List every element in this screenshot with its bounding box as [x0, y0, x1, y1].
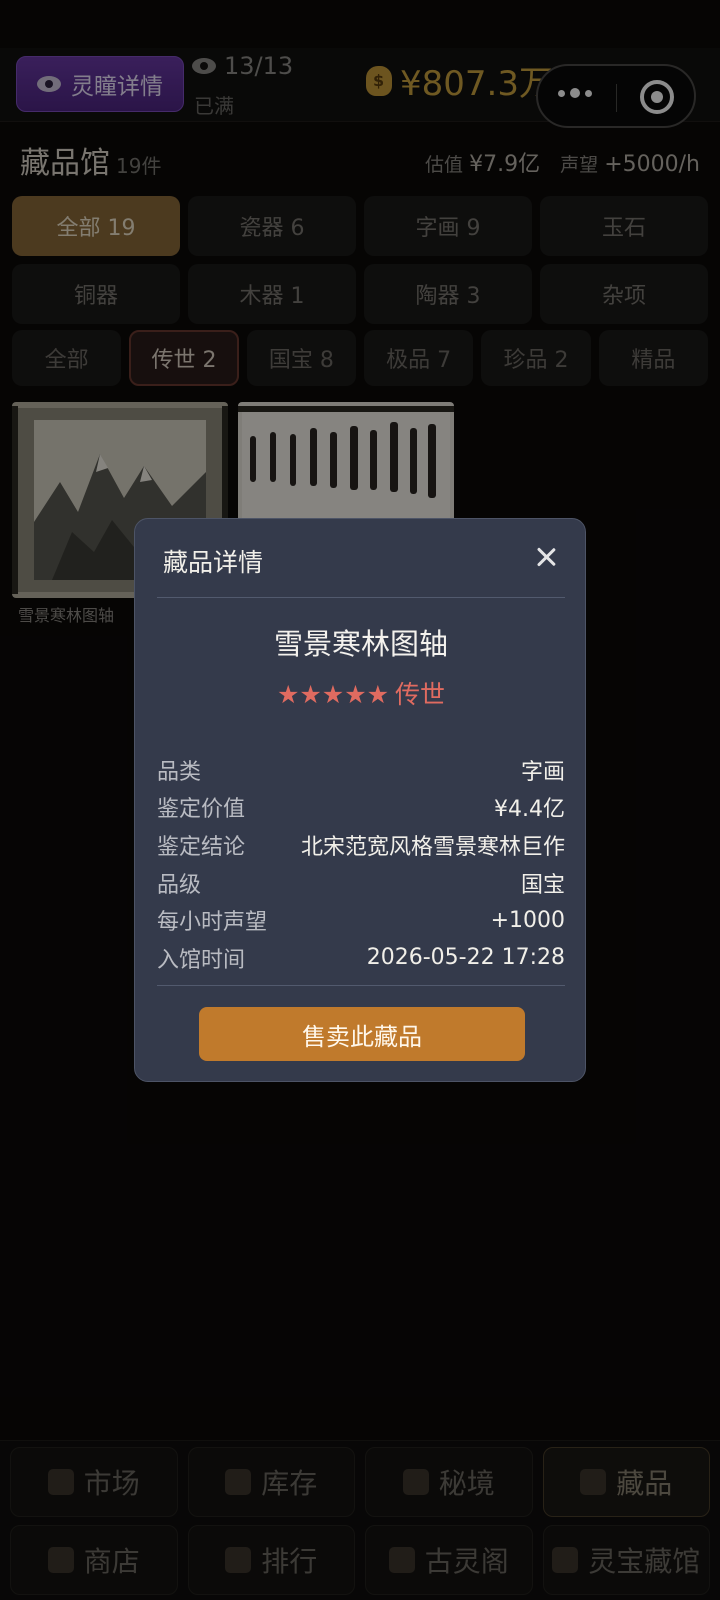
detail-row-conclusion: 鉴定结论 北宋范宽风格雪景寒林巨作: [157, 834, 565, 860]
sell-item-button[interactable]: 售卖此藏品: [199, 1007, 525, 1061]
modal-title: 藏品详情: [163, 548, 264, 577]
item-grade: 传世: [395, 680, 446, 709]
detail-row-value: 鉴定价值 ¥4.4亿: [157, 797, 565, 823]
close-icon[interactable]: [533, 545, 559, 571]
divider: [157, 985, 565, 986]
detail-row-grade: 品级 国宝: [157, 872, 565, 898]
item-name: 雪景寒林图轴: [273, 627, 448, 661]
collection-detail-modal: 藏品详情 雪景寒林图轴 ★★★★★ 传世 品类 字画 鉴定价值 ¥4.4亿 鉴定结论北…: [134, 518, 586, 1082]
detail-row-category: 品类 字画: [157, 759, 565, 785]
detail-row-time: 入馆时间 2026-05-22 17:28: [157, 945, 565, 973]
item-rating: ★★★★★ 传世: [135, 675, 587, 711]
detail-row-fame: 每小时声望 +1000: [157, 907, 565, 936]
star-rating: ★★★★★: [276, 680, 390, 709]
detail-list: 品类 字画 鉴定价值 ¥4.4亿 鉴定结论 北宋范宽风格雪景寒林巨作 品级 国宝 每小时…: [157, 751, 565, 977]
divider: [157, 597, 565, 598]
